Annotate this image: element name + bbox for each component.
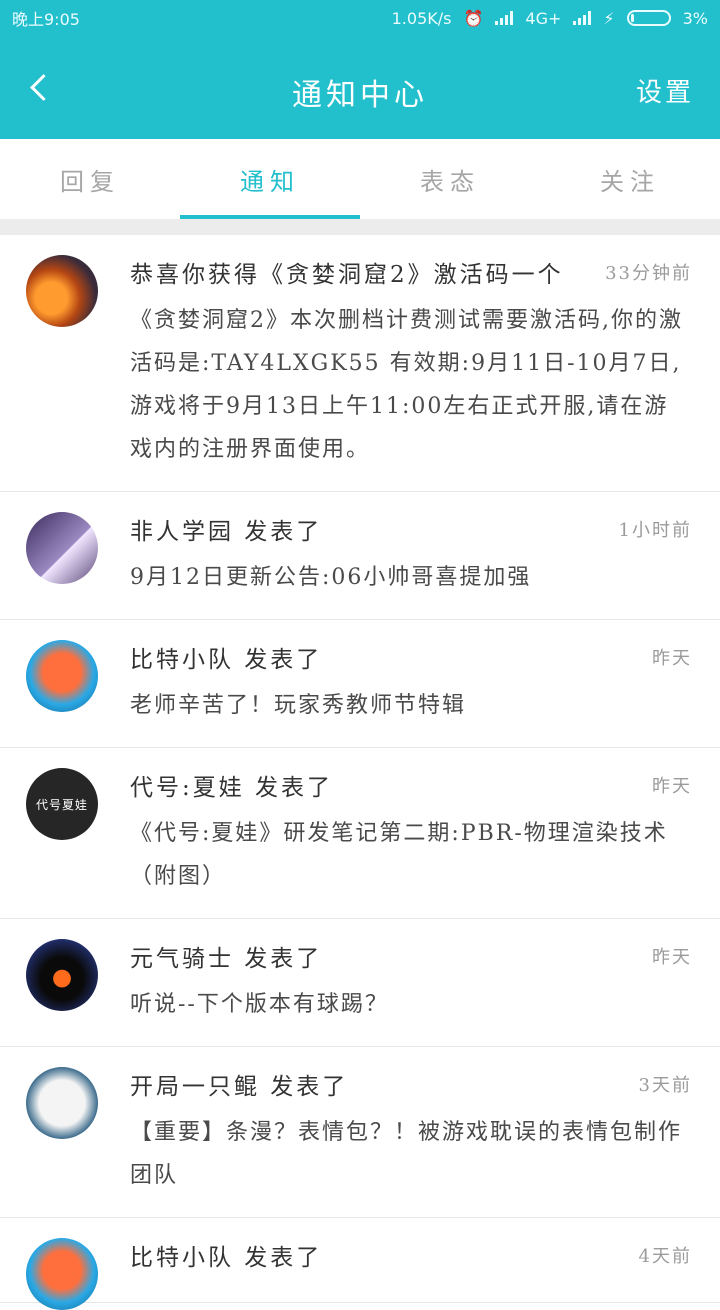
tab-follow[interactable]: 关注 [540, 139, 720, 219]
item-title: 恭喜你获得《贪婪洞窟2》激活码一个 [130, 262, 564, 288]
signal-icon [573, 11, 592, 25]
item-body: 《贪婪洞窟2》本次删档计费测试需要激活码,你的激活码是:TAY4LXGK55 有… [130, 308, 683, 462]
settings-button[interactable]: 设置 [636, 72, 694, 109]
list-item[interactable]: 代号夏娃 代号:夏娃 发表了 昨天 《代号:夏娃》研发笔记第二期:PBR-物理渲… [0, 748, 720, 919]
item-time: 昨天 [652, 947, 692, 968]
avatar-logo-text: 代号夏娃 [35, 797, 88, 812]
item-body: 老师辛苦了！玩家秀教师节特辑 [130, 693, 467, 718]
network-speed: 1.05K/s [391, 8, 452, 28]
list-item[interactable]: 非人学园 发表了 1小时前 9月12日更新公告:06小帅哥喜提加强 [0, 492, 720, 620]
tab-bar: 回复 通知 表态 关注 [0, 139, 720, 219]
item-body: 9月12日更新公告:06小帅哥喜提加强 [130, 565, 532, 590]
battery-icon [626, 10, 671, 26]
avatar[interactable] [26, 255, 98, 327]
item-time: 昨天 [652, 776, 692, 797]
notification-list: 恭喜你获得《贪婪洞窟2》激活码一个 33分钟前 《贪婪洞窟2》本次删档计费测试需… [0, 235, 720, 1310]
app-header: 晚上9:05 1.05K/s ⏰ 4G+ ⚡ 3% 通知中心 设置 [0, 0, 720, 139]
item-body: 听说--下个版本有球踢？ [130, 992, 389, 1017]
avatar[interactable]: 代号夏娃 [26, 768, 98, 840]
item-time: 3天前 [638, 1075, 692, 1096]
list-item[interactable]: 比特小队 发表了 4天前 [0, 1218, 720, 1310]
signal-icon [495, 11, 514, 25]
list-item[interactable]: 恭喜你获得《贪婪洞窟2》激活码一个 33分钟前 《贪婪洞窟2》本次删档计费测试需… [0, 235, 720, 492]
avatar[interactable] [26, 512, 98, 584]
item-title: 非人学园 发表了 [130, 519, 323, 545]
item-body: 《代号:夏娃》研发笔记第二期:PBR-物理渲染技术（附图） [130, 821, 668, 889]
list-item[interactable]: 元气骑士 发表了 昨天 听说--下个版本有球踢？ [0, 919, 720, 1047]
status-icons: 1.05K/s ⏰ 4G+ ⚡ 3% [392, 9, 708, 28]
item-title: 比特小队 发表了 [130, 647, 323, 673]
avatar[interactable] [26, 1067, 98, 1139]
status-bar: 晚上9:05 1.05K/s ⏰ 4G+ ⚡ 3% [0, 0, 720, 36]
avatar[interactable] [26, 939, 98, 1011]
alarm-icon: ⏰ [463, 8, 484, 28]
item-time: 昨天 [652, 648, 692, 669]
section-divider [0, 219, 720, 235]
item-time: 4天前 [638, 1246, 692, 1267]
status-time: 晚上9:05 [12, 10, 80, 29]
tab-reply[interactable]: 回复 [0, 139, 180, 219]
battery-level: 3% [682, 8, 708, 28]
item-title: 代号:夏娃 发表了 [130, 775, 334, 801]
tab-reaction[interactable]: 表态 [360, 139, 540, 219]
list-item[interactable]: 比特小队 发表了 昨天 老师辛苦了！玩家秀教师节特辑 [0, 620, 720, 748]
item-title: 开局一只鲲 发表了 [130, 1074, 349, 1100]
item-time: 1小时前 [618, 520, 692, 541]
item-title: 元气骑士 发表了 [130, 946, 323, 972]
item-title: 比特小队 发表了 [130, 1245, 323, 1271]
page-title: 通知中心 [292, 78, 428, 113]
item-body: 【重要】条漫？表情包？！被游戏耽误的表情包制作团队 [130, 1120, 683, 1188]
avatar[interactable] [26, 1238, 98, 1310]
tab-notice[interactable]: 通知 [180, 139, 360, 219]
avatar[interactable] [26, 640, 98, 712]
network-type: 4G+ [525, 8, 562, 28]
lightning-icon: ⚡ [603, 8, 615, 28]
list-item[interactable]: 开局一只鲲 发表了 3天前 【重要】条漫？表情包？！被游戏耽误的表情包制作团队 [0, 1047, 720, 1218]
item-time: 33分钟前 [605, 263, 692, 284]
title-bar: 通知中心 设置 [0, 44, 720, 134]
